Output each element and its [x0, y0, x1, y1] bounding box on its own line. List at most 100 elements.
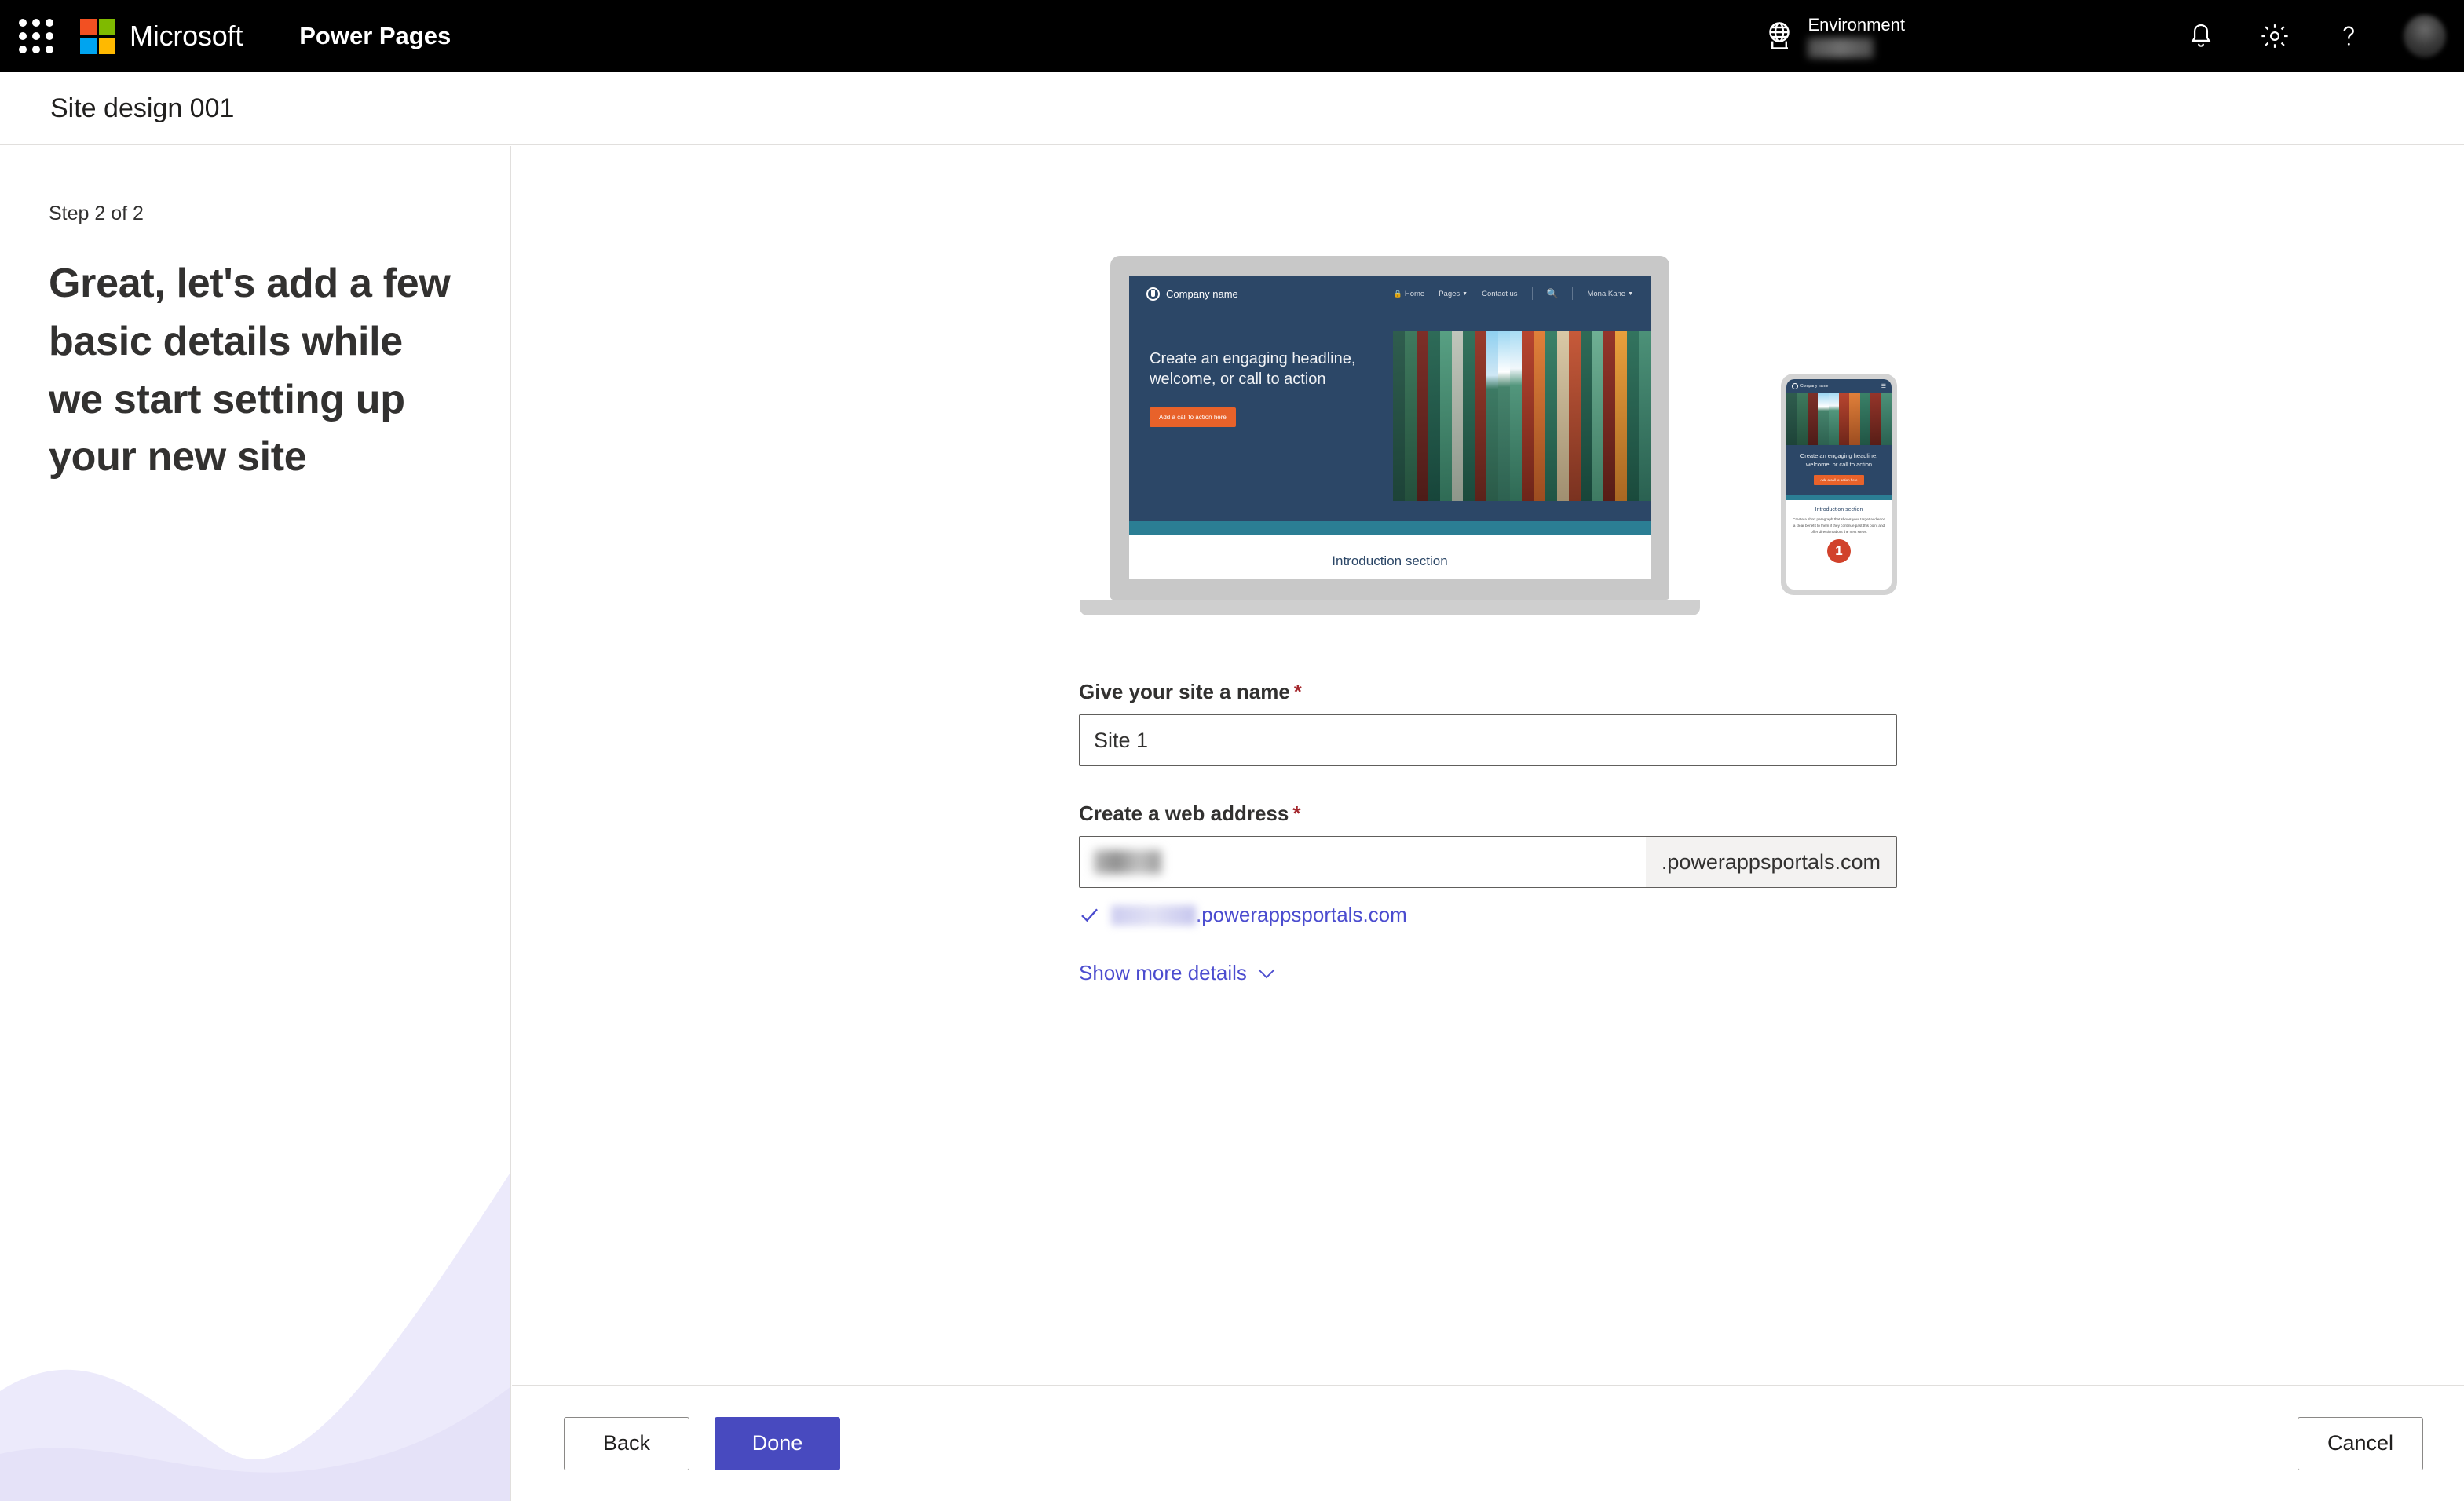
mock-hero-text: Create an engaging headline, welcome, or… — [1150, 331, 1385, 501]
phone-hero-image — [1786, 393, 1892, 445]
bell-icon — [2191, 24, 2211, 47]
app-name-label[interactable]: Power Pages — [299, 22, 451, 50]
mock-brand-name: Company name — [1166, 287, 1238, 300]
site-details-form: Give your site a name * Create a web add… — [1079, 680, 1897, 985]
left-panel-content: Step 2 of 2 Great, let's add a few basic… — [0, 146, 510, 487]
laptop-mockup: Company name 🔒 Home Pages ▼ Contact us 🔍… — [1080, 256, 1700, 625]
notifications-button[interactable] — [2164, 0, 2238, 72]
site-name-label: Give your site a name — [1079, 680, 1290, 703]
page-title-bar: Site design 001 — [0, 72, 2464, 145]
logo-square-red — [80, 18, 97, 35]
web-address-suffix: .powerappsportals.com — [1645, 837, 1896, 887]
waffle-dot — [19, 46, 27, 53]
mock-site-nav: Company name 🔒 Home Pages ▼ Contact us 🔍… — [1129, 276, 1651, 311]
phone-hero-headline: Create an engaging headline, welcome, or… — [1800, 452, 1878, 468]
wizard-headline: Great, let's add a few basic details whi… — [49, 261, 451, 480]
wizard-left-panel: Step 2 of 2 Great, let's add a few basic… — [0, 146, 511, 1501]
gear-icon — [2261, 24, 2288, 48]
required-asterisk: * — [1292, 802, 1301, 825]
microsoft-logo[interactable]: Microsoft — [80, 18, 243, 54]
web-address-value-redacted — [1094, 850, 1161, 874]
mock-intro-section: Introduction section Create a short para… — [1129, 535, 1651, 579]
show-more-details-link[interactable]: Show more details — [1079, 961, 1276, 985]
mock-nav-home-label: Home — [1404, 289, 1425, 298]
environment-value-redacted — [1808, 37, 1874, 58]
waffle-grid — [19, 19, 53, 53]
phone-hero: Create an engaging headline, welcome, or… — [1786, 445, 1892, 495]
mock-nav-contact-label: Contact us — [1482, 289, 1518, 298]
decorative-wave-graphic — [0, 1172, 510, 1501]
mock-nav-home: 🔒 Home — [1394, 290, 1425, 298]
app-launcher-icon[interactable] — [0, 0, 72, 72]
done-button[interactable]: Done — [715, 1416, 840, 1470]
mock-hero-cta-button: Add a call to action here — [1150, 407, 1236, 427]
laptop-screen: Company name 🔒 Home Pages ▼ Contact us 🔍… — [1129, 276, 1651, 579]
microsoft-logo-icon — [80, 18, 115, 54]
main-inner: Company name 🔒 Home Pages ▼ Contact us 🔍… — [1079, 146, 1897, 985]
environment-text: Environment — [1808, 15, 1905, 58]
phone-mockup: Company name ☰ Create an engaging headli… — [1781, 374, 1897, 595]
settings-button[interactable] — [2238, 0, 2312, 72]
waffle-dot — [32, 46, 40, 53]
mock-site-brand: Company name — [1146, 287, 1238, 301]
globe-icon — [1769, 22, 1790, 49]
help-button[interactable] — [2312, 0, 2385, 72]
phone-accent-strip — [1786, 495, 1892, 501]
chevron-down-icon: ▼ — [1628, 290, 1633, 297]
phone-brand-name: Company name — [1800, 384, 1829, 389]
logo-square-yellow — [99, 37, 115, 54]
chevron-down-icon — [1258, 968, 1275, 978]
waffle-dot — [46, 46, 53, 53]
mock-hero-image — [1393, 331, 1651, 501]
site-name-input[interactable] — [1079, 714, 1897, 766]
mock-accent-strip — [1129, 521, 1651, 535]
phone-nav: Company name ☰ — [1786, 379, 1892, 393]
avatar — [2404, 15, 2446, 57]
waffle-dot — [46, 32, 53, 40]
phone-intro-section: Introduction section Create a short para… — [1786, 500, 1892, 571]
web-address-field: .powerappsportals.com — [1079, 836, 1897, 888]
mock-hero-section: Create an engaging headline, welcome, or… — [1129, 311, 1651, 521]
hamburger-menu-icon: ☰ — [1881, 384, 1886, 389]
phone-intro-body: Create a short paragraph that shows your… — [1793, 517, 1885, 534]
bookshelf-photo — [1393, 331, 1651, 501]
mock-nav-user-label: Mona Kane — [1587, 289, 1626, 298]
phone-intro-title: Introduction section — [1815, 507, 1863, 513]
phone-screen: Company name ☰ Create an engaging headli… — [1786, 379, 1892, 590]
bookshelf-photo — [1786, 393, 1892, 445]
wizard-footer-bar: Back Done Cancel — [512, 1385, 2464, 1501]
cancel-button[interactable]: Cancel — [2298, 1416, 2423, 1470]
logo-square-blue — [80, 37, 97, 54]
question-mark-icon — [2343, 26, 2354, 46]
environment-picker[interactable]: Environment — [1762, 15, 1905, 58]
laptop-body: Company name 🔒 Home Pages ▼ Contact us 🔍… — [1110, 256, 1669, 600]
page-title: Site design 001 — [50, 93, 235, 123]
mock-intro-title: Introduction section — [1332, 553, 1448, 568]
waffle-dot — [32, 19, 40, 27]
logo-square-green — [99, 18, 115, 35]
phone-brand: Company name — [1792, 383, 1828, 389]
address-validation-row: .powerappsportals.com — [1079, 903, 1897, 927]
site-preview-illustration: Company name 🔒 Home Pages ▼ Contact us 🔍… — [1079, 256, 1897, 664]
required-asterisk: * — [1293, 680, 1302, 703]
mock-nav-pages: Pages ▼ — [1439, 290, 1468, 298]
environment-label: Environment — [1808, 14, 1905, 35]
validated-url-redacted — [1111, 904, 1196, 926]
phone-cta-button: Add a call to action here — [1814, 475, 1864, 486]
account-button[interactable] — [2385, 0, 2464, 72]
mock-nav-user: Mona Kane ▼ — [1587, 290, 1633, 298]
wizard-main-panel: Company name 🔒 Home Pages ▼ Contact us 🔍… — [512, 146, 2464, 1385]
mock-hero-headline: Create an engaging headline, welcome, or… — [1150, 350, 1356, 389]
web-address-label: Create a web address — [1079, 802, 1289, 825]
mock-nav-contact: Contact us — [1482, 290, 1517, 298]
web-address-input[interactable] — [1080, 837, 1646, 887]
suite-right-cluster: Environment — [1762, 0, 2464, 72]
step-indicator: Step 2 of 2 — [49, 203, 144, 225]
phone-intro-circle-1: 1 — [1827, 539, 1851, 564]
company-logo-icon — [1792, 383, 1798, 389]
waffle-dot — [32, 32, 40, 40]
waffle-dot — [19, 32, 27, 40]
mock-intro-body: Create a short paragraph that shows your… — [1205, 577, 1574, 579]
back-button[interactable]: Back — [564, 1416, 689, 1470]
show-more-details-label: Show more details — [1079, 961, 1247, 984]
